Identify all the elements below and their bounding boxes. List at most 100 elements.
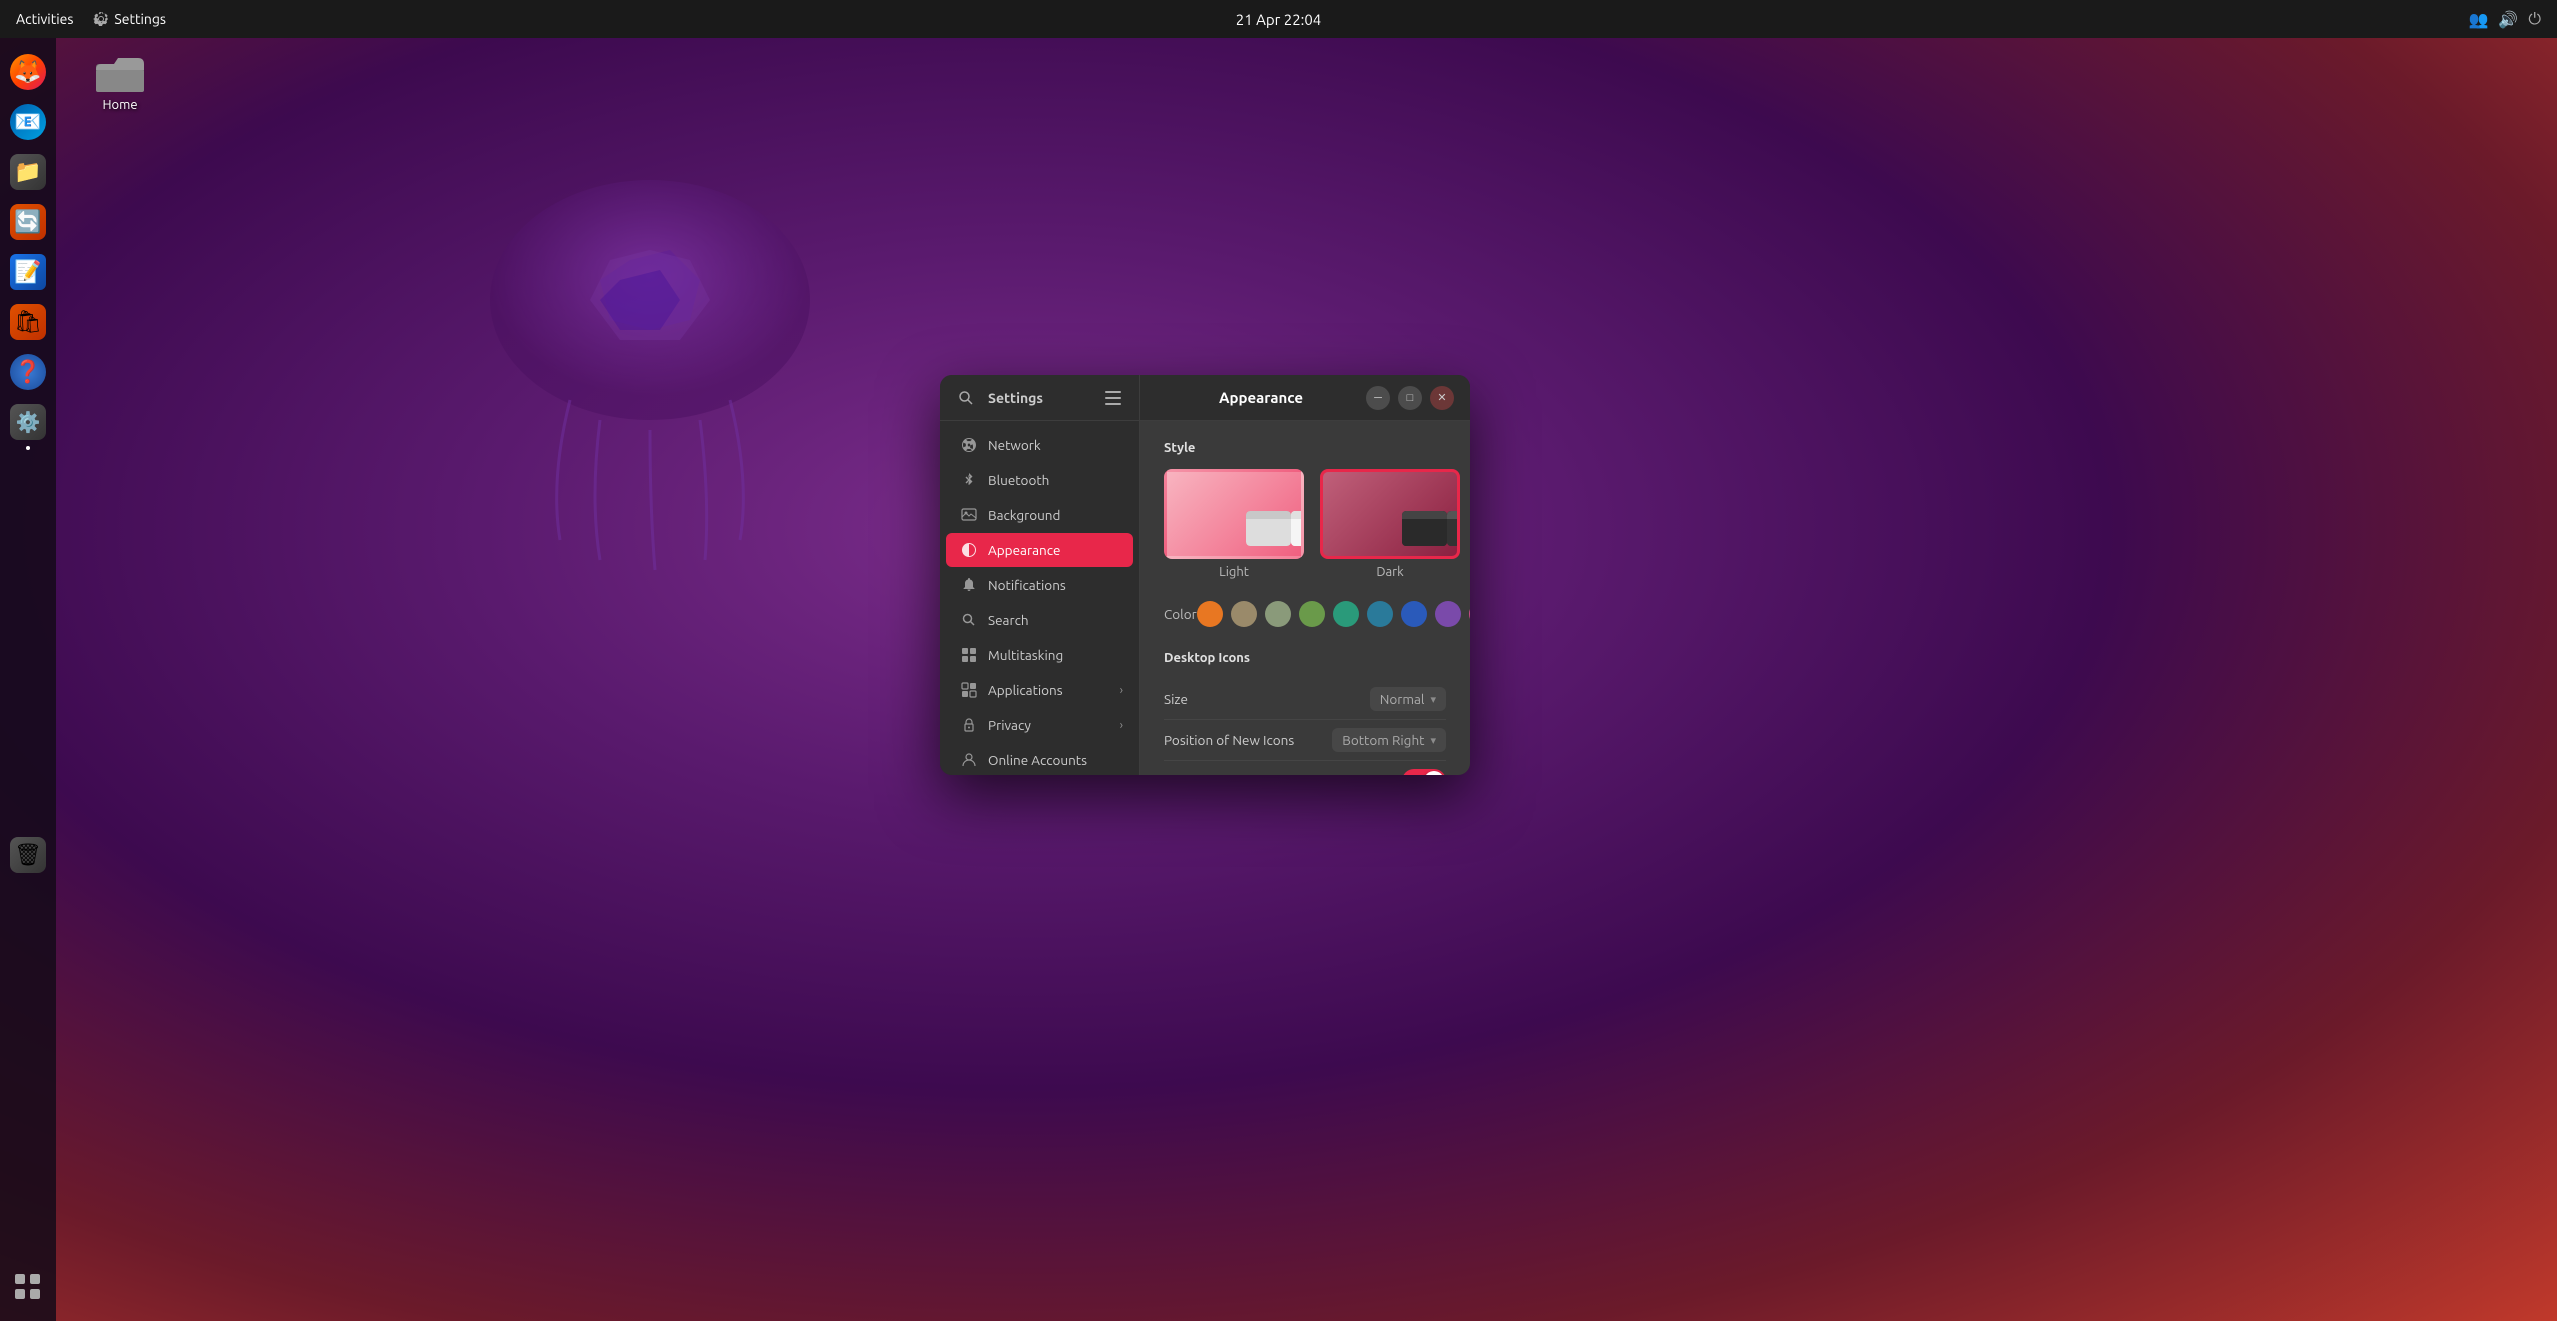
size-dropdown[interactable]: Normal ▾ [1370,687,1446,711]
sidebar-notifications-label: Notifications [988,577,1066,593]
personal-folder-toggle[interactable] [1402,769,1446,775]
activities-button[interactable]: Activities [16,11,73,27]
dark-back-body [1402,519,1447,546]
light-window-front [1291,511,1304,546]
topbar-right: 👥 🔊 ⏻ [2469,10,2542,29]
sidebar-item-notifications[interactable]: Notifications [946,568,1133,602]
settings-app-label: Settings [114,11,166,27]
dock-item-firefox[interactable]: 🦊 [6,50,50,94]
settings-search-button[interactable] [952,384,980,412]
dock-item-trash[interactable]: 🗑 [6,833,50,877]
sidebar-search-label: Search [988,612,1029,628]
size-label: Size [1164,691,1188,707]
style-light-label: Light [1219,565,1249,579]
window-controls: ─ □ ✕ [1366,386,1454,410]
chevron-down-icon: ▾ [1430,693,1436,706]
dark-front-body [1447,519,1460,546]
color-swatch-olive[interactable] [1299,601,1325,627]
dock-item-help[interactable]: ❓ [6,350,50,394]
sidebar-item-network[interactable]: Network [946,428,1133,462]
notifications-icon [960,576,978,594]
maximize-button[interactable]: □ [1398,386,1422,410]
color-swatch-viridian[interactable] [1333,601,1359,627]
desktop: Activities Settings 21 Apr 22:04 👥 🔊 ⏻ 🦊… [0,0,2557,1321]
style-option-dark[interactable]: Dark [1320,469,1460,579]
style-selector: Light [1164,469,1446,579]
dock-item-livepatch[interactable]: 🔄 [6,200,50,244]
settings-app-title: Settings [988,390,1091,406]
color-swatch-sage[interactable] [1265,601,1291,627]
appearance-icon [960,541,978,559]
dock-item-files[interactable]: 📁 [6,150,50,194]
minimize-icon: ─ [1374,392,1382,404]
multitasking-icon [960,646,978,664]
settings-content-title: Appearance [1156,389,1366,406]
dock-item-writer[interactable]: 📝 [6,250,50,294]
people-icon[interactable]: 👥 [2469,10,2489,29]
settings-app-indicator: Settings [93,11,166,27]
dock-item-thunderbird[interactable]: 📧 [6,100,50,144]
sidebar-multitasking-label: Multitasking [988,647,1063,663]
dock-item-settings[interactable]: ⚙️ [6,400,50,444]
color-swatch-purple[interactable] [1435,601,1461,627]
desktop-icon-home[interactable]: Home [80,50,160,112]
light-back-titlebar [1246,511,1291,519]
volume-icon[interactable]: 🔊 [2498,10,2518,29]
hamburger-line-2 [1105,397,1121,399]
settings-sidebar: Network Bluetooth Background [940,421,1140,775]
sidebar-bluetooth-label: Bluetooth [988,472,1049,488]
power-menu-icon[interactable]: ⏻ [2528,10,2541,29]
sidebar-item-appearance[interactable]: Appearance [946,533,1133,567]
style-option-light[interactable]: Light [1164,469,1304,579]
search-icon [958,390,974,406]
desktop-icons-section-title: Desktop Icons [1164,647,1446,665]
style-preview-dark [1320,469,1460,559]
home-folder-icon [94,50,146,94]
sidebar-privacy-label: Privacy [988,717,1031,733]
sidebar-item-privacy[interactable]: Privacy › [946,708,1133,742]
light-window-back [1246,511,1291,546]
settings-titlebar: Settings Appearance ─ □ ✕ [940,375,1470,421]
sidebar-item-multitasking[interactable]: Multitasking [946,638,1133,672]
style-preview-light [1164,469,1304,559]
color-swatches [1197,601,1470,627]
color-swatch-orange[interactable] [1197,601,1223,627]
position-value: Bottom Right [1342,732,1424,748]
color-swatch-magenta[interactable] [1469,601,1470,627]
settings-content: Style [1140,421,1470,775]
color-swatch-bark[interactable] [1231,601,1257,627]
network-icon [960,436,978,454]
dock-show-apps[interactable] [6,1265,50,1309]
dark-back-titlebar [1402,511,1447,519]
close-icon: ✕ [1437,391,1446,404]
personal-folder-toggle-row: Show Personal folder [1164,761,1446,775]
dark-window-back [1402,511,1447,546]
settings-sidebar-header: Settings [940,375,1140,420]
bluetooth-icon [960,471,978,489]
sidebar-item-search[interactable]: Search [946,603,1133,637]
settings-menu-button[interactable] [1099,384,1127,412]
color-label: Color [1164,606,1197,622]
position-dropdown[interactable]: Bottom Right ▾ [1332,728,1446,752]
color-swatch-prussian[interactable] [1367,601,1393,627]
dock-item-appcenter[interactable]: 🛍 [6,300,50,344]
sidebar-appearance-label: Appearance [988,542,1060,558]
color-swatch-blue[interactable] [1401,601,1427,627]
personal-folder-label: Show Personal folder [1164,773,1293,775]
gear-icon [93,11,109,27]
sidebar-item-bluetooth[interactable]: Bluetooth [946,463,1133,497]
sidebar-item-background[interactable]: Background [946,498,1133,532]
sidebar-online-accounts-label: Online Accounts [988,752,1087,768]
light-front-titlebar [1291,511,1304,519]
sidebar-item-online-accounts[interactable]: Online Accounts [946,743,1133,775]
dark-window-front [1447,511,1460,546]
size-value: Normal [1380,691,1425,707]
topbar-left: Activities Settings [16,11,166,27]
settings-window: Settings Appearance ─ □ ✕ [940,375,1470,775]
light-front-body [1291,519,1304,546]
topbar: Activities Settings 21 Apr 22:04 👥 🔊 ⏻ [0,0,2557,38]
close-button[interactable]: ✕ [1430,386,1454,410]
minimize-button[interactable]: ─ [1366,386,1390,410]
sidebar-item-applications[interactable]: Applications › [946,673,1133,707]
hamburger-line-3 [1105,403,1121,405]
